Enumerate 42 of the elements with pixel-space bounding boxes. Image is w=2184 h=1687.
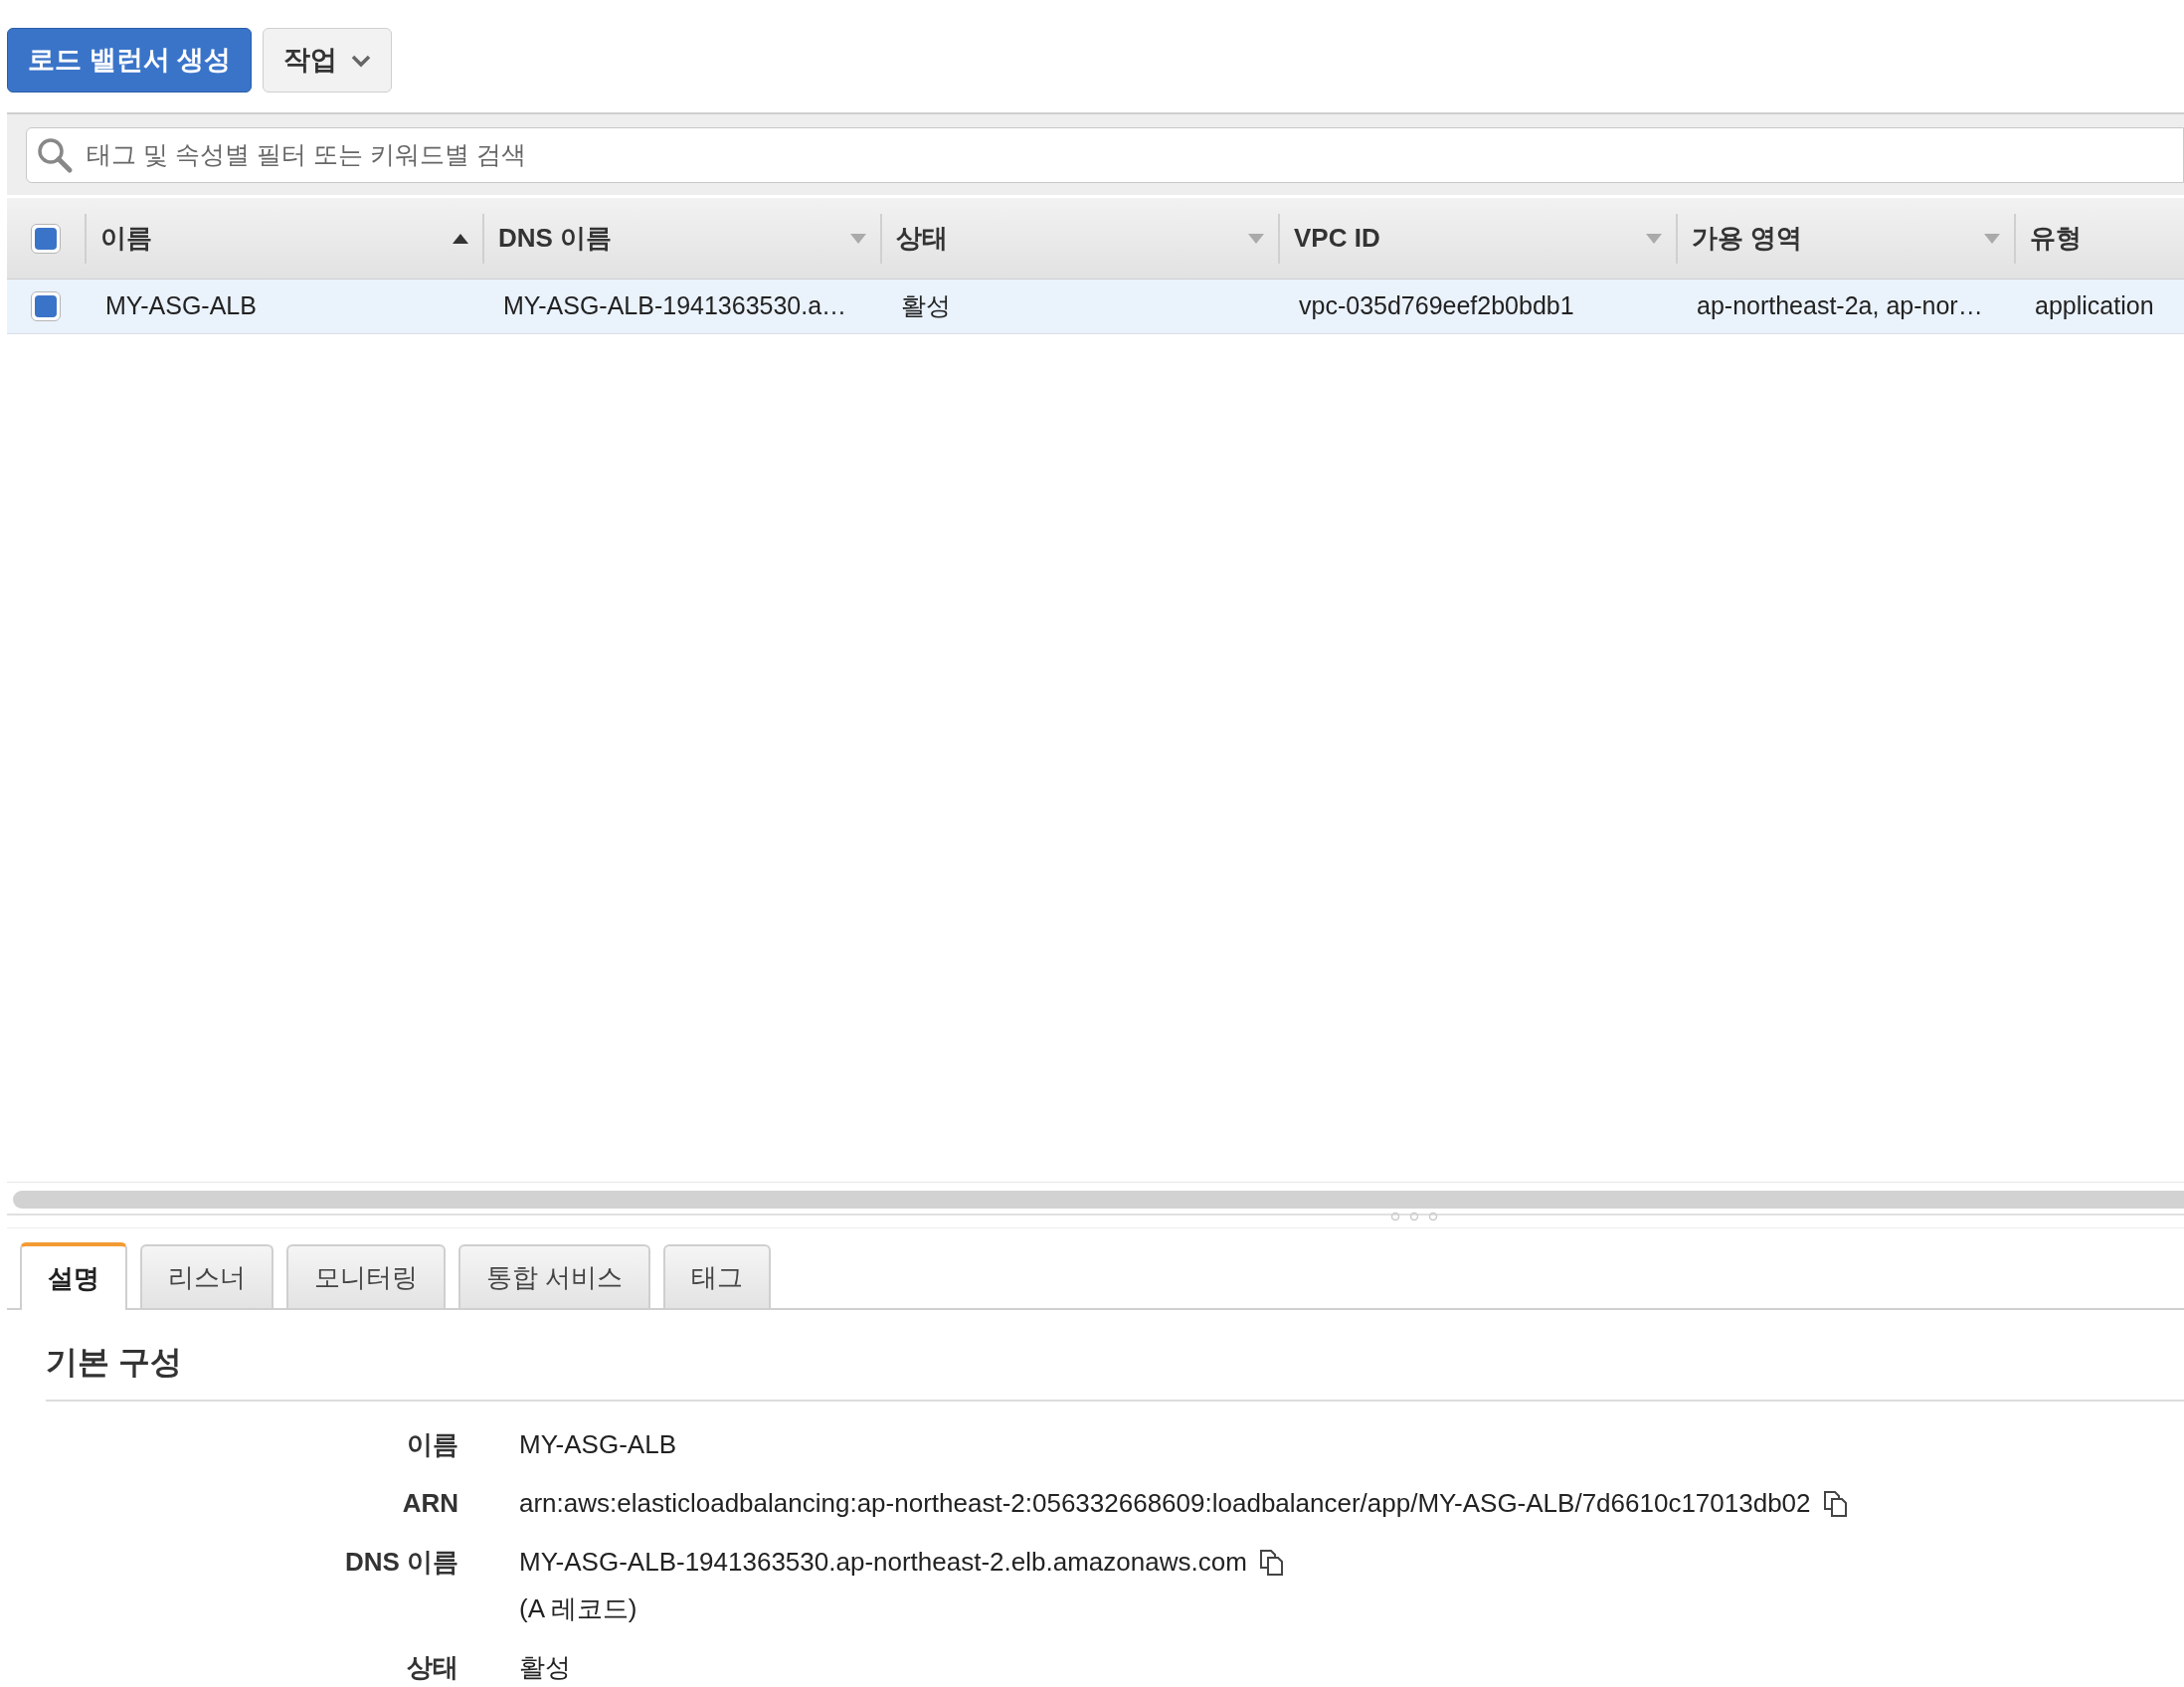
table-cell: vpc-035d769eef2b0bdb1: [1299, 291, 1574, 320]
tab[interactable]: 리스너: [140, 1244, 273, 1308]
field-label: DNS 이름: [344, 1547, 458, 1577]
tab[interactable]: 태그: [663, 1244, 772, 1308]
column-header[interactable]: DNS 이름: [482, 213, 880, 264]
tab[interactable]: 설명: [20, 1242, 127, 1310]
table-cell: 활성: [901, 291, 951, 320]
resize-handle-icon[interactable]: [1388, 1212, 1439, 1222]
column-header[interactable]: VPC ID: [1278, 213, 1676, 264]
tab[interactable]: 모니터링: [286, 1244, 446, 1308]
horizontal-scrollbar[interactable]: [13, 1191, 2184, 1210]
column-header[interactable]: 상태: [880, 213, 1278, 264]
create-load-balancer-button[interactable]: 로드 밸런서 생성: [7, 28, 252, 93]
sort-caret-icon: [850, 233, 866, 244]
field-value: MY-ASG-ALB: [519, 1428, 676, 1461]
sort-ascending-icon: [453, 233, 468, 244]
column-header[interactable]: 이름: [85, 213, 482, 264]
sort-caret-icon: [1984, 233, 2000, 244]
search-field[interactable]: 태그 및 속성별 필터 또는 키워드별 검색: [26, 126, 2184, 183]
sort-caret-icon: [1646, 233, 1662, 244]
field-label: 상태: [407, 1652, 458, 1682]
actions-button[interactable]: 작업: [263, 28, 392, 93]
field-label: ARN: [402, 1488, 458, 1518]
field-value: 활성: [519, 1651, 571, 1684]
field-value: MY-ASG-ALB-1941363530.ap-northeast-2.elb.amazonaws.com: [519, 1546, 1247, 1579]
tab[interactable]: 통합 서비스: [458, 1244, 651, 1308]
field-value: arn:aws:elasticloadbalancing:ap-northeast-2:056332668609:loadbalancer/app/MY-ASG-ALB/7d6610c17013db02: [519, 1487, 1811, 1520]
search-icon: [36, 135, 74, 174]
checkbox[interactable]: [31, 223, 61, 254]
checkbox[interactable]: [31, 291, 61, 322]
table-cell: application: [2035, 291, 2154, 320]
column-header[interactable]: 유형: [2014, 213, 2184, 264]
chevron-down-icon: [351, 53, 371, 68]
section-heading: 기본 구성: [46, 1344, 182, 1380]
table-cell: MY-ASG-ALB-1941363530.a…: [503, 291, 847, 320]
sort-caret-icon: [1248, 233, 1264, 244]
table-row[interactable]: MY-ASG-ALB MY-ASG-ALB-1941363530.a… 활성 vpc-035d769eef2b0bdb1 ap-northeast-2a, ap-nor… application: [7, 279, 2184, 335]
field-label: 이름: [407, 1429, 458, 1459]
table-cell: MY-ASG-ALB: [105, 291, 257, 320]
column-header[interactable]: 가용 영역: [1676, 213, 2014, 264]
field-note: (A 레코드): [519, 1593, 638, 1625]
table-cell: ap-northeast-2a, ap-nor…: [1697, 291, 1983, 320]
